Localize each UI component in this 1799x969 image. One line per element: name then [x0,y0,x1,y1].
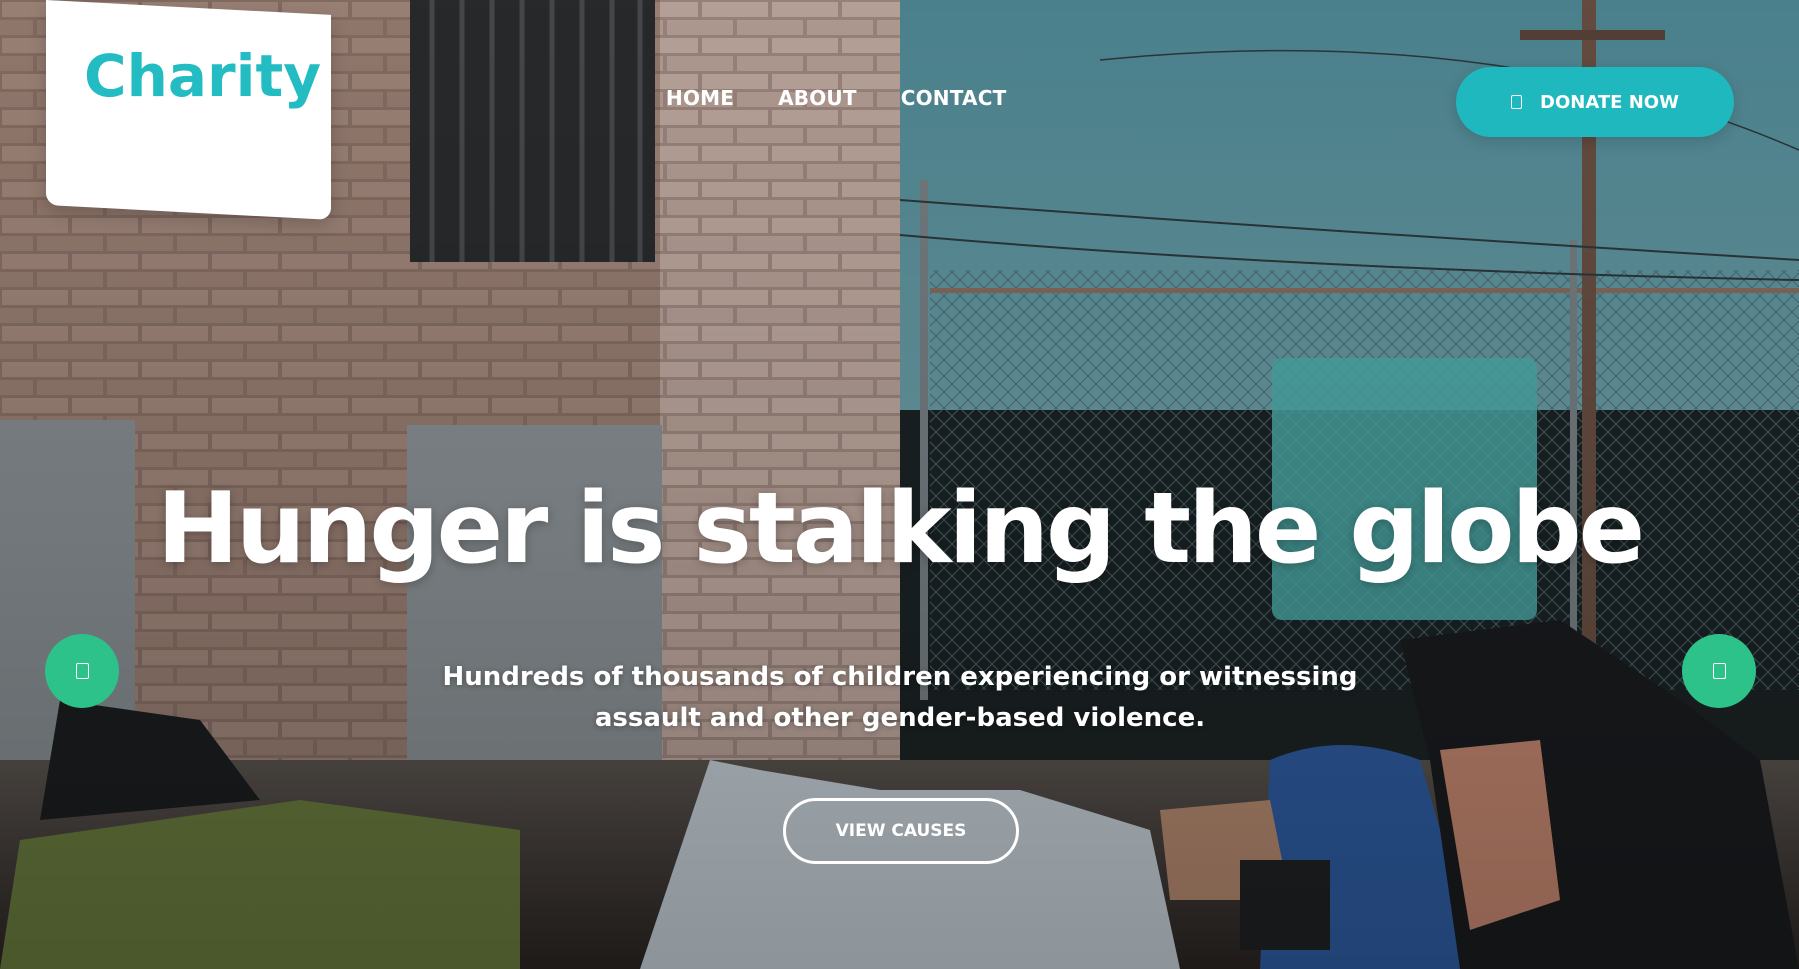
slider-next-button[interactable] [1682,634,1756,708]
nav-about[interactable]: ABOUT [778,86,857,110]
main-nav: HOME ABOUT CONTACT [666,86,1050,110]
arrow-left-icon [75,663,89,679]
donate-now-label: DONATE NOW [1540,91,1679,113]
hero-section: Charity HOME ABOUT CONTACT DONATE NOW Hu… [0,0,1799,969]
view-causes-label: VIEW CAUSES [835,821,967,841]
logo[interactable]: Charity [84,42,321,110]
hero-headline: Hunger is stalking the globe [156,472,1645,586]
view-causes-button[interactable]: VIEW CAUSES [783,798,1019,864]
slider-prev-button[interactable] [45,634,119,708]
donate-icon [1511,95,1523,109]
nav-contact[interactable]: CONTACT [901,86,1007,110]
arrow-right-icon [1712,663,1726,679]
hero-subtext: Hundreds of thousands of children experi… [442,662,1358,733]
donate-now-button[interactable]: DONATE NOW [1456,67,1734,137]
nav-home[interactable]: HOME [666,86,734,110]
